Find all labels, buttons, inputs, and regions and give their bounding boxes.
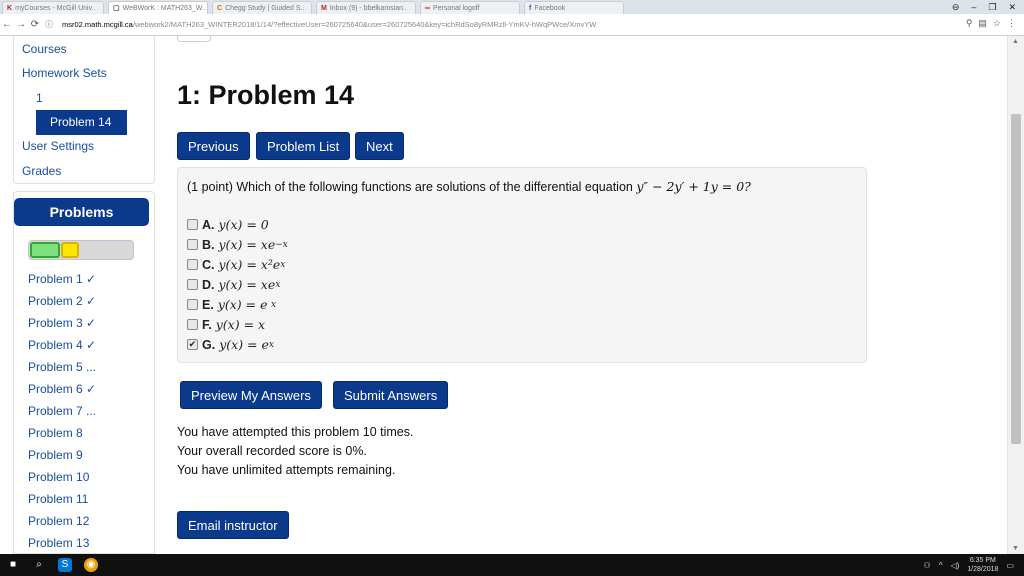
notifications-icon[interactable]: ▭ <box>1006 561 1014 570</box>
address-bar: ← → ⟳ ⓘ msr02.math.mcgill.ca/webwork2/MA… <box>0 14 1024 36</box>
page-icon: ▢ <box>113 5 120 12</box>
checkbox[interactable] <box>187 299 198 310</box>
option-g[interactable]: ✔ G. y(x) = ex <box>187 337 274 352</box>
window-controls: ⊖ – ❐ ✕ <box>952 0 1016 14</box>
taskbar: ■ ⌕ S ◉ ⚇ ^ ◁) 6:35 PM 1/28/2018 ▭ <box>0 554 1024 576</box>
clock[interactable]: 6:35 PM 1/28/2018 <box>967 556 998 574</box>
facebook-icon: f <box>529 4 532 12</box>
option-e[interactable]: E. y(x) = e x <box>187 297 276 312</box>
info-icon[interactable]: ⓘ <box>42 19 56 30</box>
back-icon[interactable]: ← <box>0 19 14 30</box>
close-icon[interactable]: ✕ <box>1008 2 1016 13</box>
main-content: 1: Problem 14 Previous Problem List Next… <box>177 36 1007 554</box>
sidebar-item-homework-sets[interactable]: Homework Sets <box>22 66 107 80</box>
chrome-icon[interactable]: ◉ <box>84 558 98 572</box>
page-scrollbar[interactable]: ▲ ▼ <box>1007 36 1024 554</box>
checkbox[interactable] <box>187 219 198 230</box>
star-icon[interactable]: ☆ <box>993 18 1001 29</box>
tab-facebook[interactable]: f Facebook <box>524 1 624 14</box>
translate-icon[interactable]: ▤ <box>978 18 987 29</box>
previous-button[interactable]: Previous <box>177 132 250 160</box>
checkbox[interactable] <box>187 239 198 250</box>
forward-icon[interactable]: → <box>14 19 28 30</box>
problem-link-4[interactable]: Problem 4 ✓ <box>28 338 96 352</box>
sidebar-item-problem-14[interactable]: Problem 14 <box>36 110 127 135</box>
progress-bar <box>28 240 134 260</box>
mycourses-icon: K <box>7 4 13 12</box>
problem-link-5[interactable]: Problem 5 ... <box>28 360 96 374</box>
gmail-icon: M <box>321 4 327 12</box>
score-text: Your overall recorded score is 0%. <box>177 444 367 458</box>
sidebar-item-set-1[interactable]: 1 <box>36 91 43 105</box>
next-button[interactable]: Next <box>355 132 404 160</box>
checkbox[interactable] <box>187 279 198 290</box>
problem-link-10[interactable]: Problem 10 <box>28 470 89 484</box>
email-instructor-button[interactable]: Email instructor <box>177 511 289 539</box>
windows-start-icon[interactable]: ■ <box>6 558 20 572</box>
problem-link-8[interactable]: Problem 8 <box>28 426 83 440</box>
skype-icon[interactable]: S <box>58 558 72 572</box>
problems-header: Problems <box>14 198 149 226</box>
tab-chegg[interactable]: C Chegg Study | Guided S.. <box>212 1 312 14</box>
header-tab-stub <box>177 36 211 42</box>
user-icon[interactable]: ⊖ <box>952 2 960 13</box>
page-content: Courses Homework Sets 1 Problem 14 User … <box>0 36 1024 554</box>
problem-link-9[interactable]: Problem 9 <box>28 448 83 462</box>
scroll-down-icon[interactable]: ▼ <box>1012 545 1019 552</box>
problem-box: (1 point) Which of the following functio… <box>177 167 867 363</box>
progress-partial-segment <box>61 242 79 258</box>
preview-answers-button[interactable]: Preview My Answers <box>180 381 322 409</box>
problem-list-button[interactable]: Problem List <box>256 132 351 160</box>
reload-icon[interactable]: ⟳ <box>28 19 42 30</box>
problem-link-13[interactable]: Problem 13 <box>28 536 89 550</box>
equation: y″ − 2y′ + 1y = 0? <box>636 179 751 194</box>
question-text: (1 point) Which of the following functio… <box>187 179 751 194</box>
checkbox[interactable] <box>187 319 198 330</box>
submit-answers-button[interactable]: Submit Answers <box>333 381 449 409</box>
zoom-icon[interactable]: ⚲ <box>966 18 973 29</box>
tab-mycourses[interactable]: K myCourses - McGill Univ.. <box>2 1 104 14</box>
maximize-icon[interactable]: ❐ <box>988 2 996 13</box>
problem-link-6[interactable]: Problem 6 ✓ <box>28 382 96 396</box>
progress-correct-segment <box>30 242 60 258</box>
checkbox[interactable] <box>187 259 198 270</box>
tab-webwork[interactable]: ▢ WeBWorK : MATH263_W.. <box>108 1 208 14</box>
search-icon[interactable]: ⌕ <box>32 558 46 572</box>
sidebar-item-courses[interactable]: Courses <box>22 42 67 56</box>
scroll-up-icon[interactable]: ▲ <box>1012 38 1019 45</box>
scrollbar-thumb[interactable] <box>1011 114 1021 444</box>
attempts-text: You have attempted this problem 10 times… <box>177 425 414 439</box>
problem-link-3[interactable]: Problem 3 ✓ <box>28 316 96 330</box>
problem-link-7[interactable]: Problem 7 ... <box>28 404 96 418</box>
sidebar-item-grades[interactable]: Grades <box>22 164 61 178</box>
infinity-icon: ∞ <box>425 4 430 12</box>
volume-icon[interactable]: ◁) <box>950 561 959 570</box>
option-a[interactable]: A. y(x) = 0 <box>187 217 269 232</box>
problems-panel: Problems Problem 1 ✓ Problem 2 ✓ Problem… <box>13 191 155 554</box>
problem-link-1[interactable]: Problem 1 ✓ <box>28 272 96 286</box>
people-icon[interactable]: ⚇ <box>924 561 931 570</box>
minimize-icon[interactable]: – <box>971 2 976 12</box>
remaining-text: You have unlimited attempts remaining. <box>177 463 396 477</box>
option-b[interactable]: B. y(x) = xe −x <box>187 237 288 252</box>
sidebar: Courses Homework Sets 1 Problem 14 User … <box>0 36 160 554</box>
chegg-icon: C <box>217 4 223 12</box>
chevron-up-icon[interactable]: ^ <box>939 561 943 570</box>
menu-icon[interactable]: ⋮ <box>1007 18 1016 29</box>
browser-tab-strip: K myCourses - McGill Univ.. ▢ WeBWorK : … <box>0 0 1024 14</box>
url-field[interactable]: msr02.math.mcgill.ca/webwork2/MATH263_WI… <box>62 20 942 29</box>
page-title: 1: Problem 14 <box>177 80 355 110</box>
option-f[interactable]: F. y(x) = x <box>187 317 265 332</box>
problem-link-12[interactable]: Problem 12 <box>28 514 89 528</box>
option-c[interactable]: C. y(x) = x²e x <box>187 257 285 272</box>
option-d[interactable]: D. y(x) = xe x <box>187 277 280 292</box>
tab-gmail[interactable]: M Inbox (9) - bbelkamsian.. <box>316 1 416 14</box>
system-tray: ⚇ ^ ◁) 6:35 PM 1/28/2018 ▭ <box>924 556 1014 574</box>
problem-link-11[interactable]: Problem 11 <box>28 492 88 506</box>
checkbox-checked[interactable]: ✔ <box>187 339 198 350</box>
sidebar-item-user-settings[interactable]: User Settings <box>22 139 94 153</box>
problem-link-2[interactable]: Problem 2 ✓ <box>28 294 96 308</box>
tab-personal[interactable]: ∞ Personal logoff <box>420 1 520 14</box>
course-menu: Courses Homework Sets 1 Problem 14 User … <box>13 36 155 184</box>
